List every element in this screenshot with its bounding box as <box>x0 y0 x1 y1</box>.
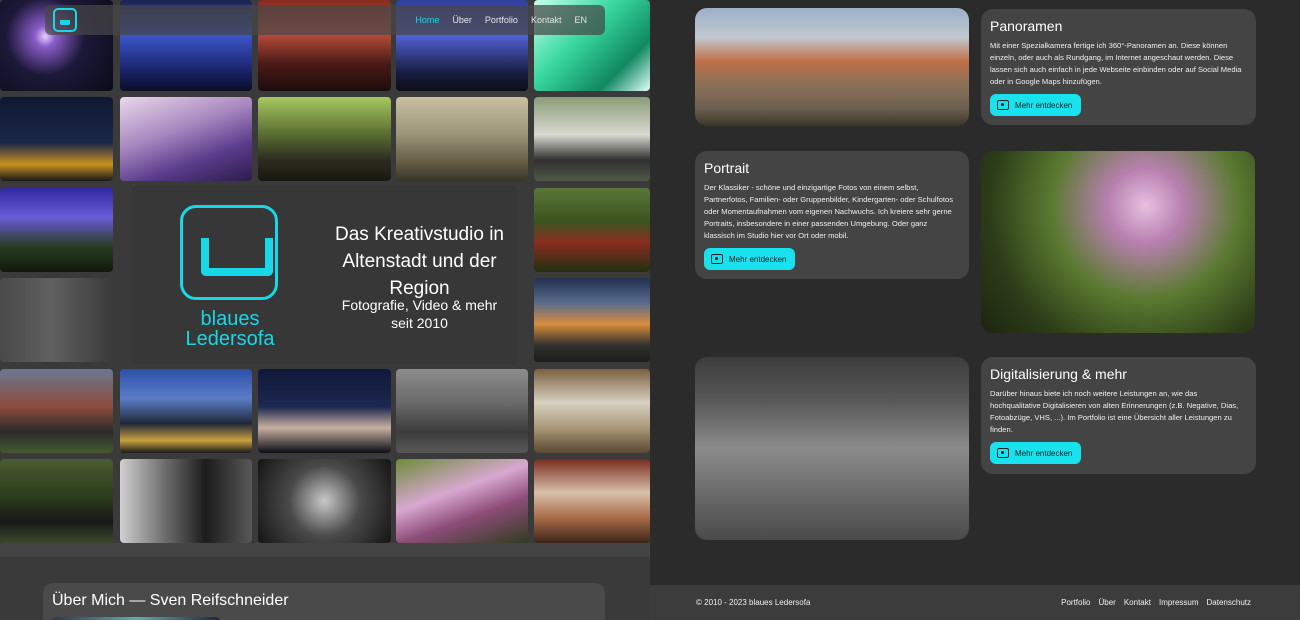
photo-tile[interactable] <box>258 459 391 543</box>
service-card-portrait: Portrait Der Klassiker - schöne und einz… <box>695 151 969 279</box>
button-label: Mehr entdecken <box>1015 100 1073 110</box>
about-card: Über Mich — Sven Reifschneider <box>43 583 605 620</box>
service-text: Mit einer Spezialkamera fertige ich 360°… <box>990 41 1242 86</box>
hero-tagline: Das Kreativstudio in Altenstadt und der … <box>335 224 504 299</box>
sofa-logo-icon <box>180 205 278 300</box>
photo-tile[interactable] <box>0 188 113 272</box>
service-text: Darüber hinaus biete ich noch weitere Le… <box>990 389 1239 434</box>
subtagline-line-2: seit 2010 <box>391 315 448 331</box>
hero-subtagline: Fotografie, Video & mehr seit 2010 <box>327 296 512 332</box>
photo-tile[interactable] <box>120 459 252 543</box>
footer-link-portfolio[interactable]: Portfolio <box>1061 598 1090 607</box>
grid-bottom-strip <box>0 543 650 557</box>
footer-link-contact[interactable]: Kontakt <box>1124 598 1151 607</box>
hero-overlay: blaues Ledersofa Das Kreativstudio in Al… <box>132 185 518 365</box>
footer-link-impressum[interactable]: Impressum <box>1159 598 1199 607</box>
nav-portfolio[interactable]: Portfolio <box>485 15 518 25</box>
nav-links: Home Über Portfolio Kontakt EN <box>415 5 587 35</box>
service-title: Digitalisierung & mehr <box>990 366 1127 382</box>
brand-line-1: blaues <box>200 308 260 330</box>
left-pane: Home Über Portfolio Kontakt EN blaues Le… <box>0 0 650 620</box>
photo-tile[interactable] <box>534 278 650 362</box>
subtagline-line-1: Fotografie, Video & mehr <box>341 297 498 313</box>
mehr-entdecken-button[interactable]: Mehr entdecken <box>990 94 1082 116</box>
camera-icon <box>997 448 1009 458</box>
mehr-entdecken-button[interactable]: Mehr entdecken <box>704 248 796 270</box>
about-title: Über Mich — Sven Reifschneider <box>52 592 289 609</box>
photo-tile[interactable] <box>120 369 252 453</box>
footer-link-datenschutz[interactable]: Datenschutz <box>1207 598 1251 607</box>
photo-tile[interactable] <box>534 188 650 272</box>
footer: © 2010 - 2023 blaues Ledersofa Portfolio… <box>650 585 1300 620</box>
service-card-digitalisierung: Digitalisierung & mehr Darüber hinaus bi… <box>981 357 1256 474</box>
service-text: Der Klassiker - schöne und einzigartige … <box>704 183 954 240</box>
photo-tile[interactable] <box>0 97 113 181</box>
service-card-panoramen: Panoramen Mit einer Spezialkamera fertig… <box>981 9 1256 125</box>
service-title: Panoramen <box>990 18 1063 34</box>
photo-tile[interactable] <box>0 278 113 362</box>
brand-name: blaues Ledersofa <box>170 309 290 349</box>
button-label: Mehr entdecken <box>1015 448 1073 458</box>
portrait-photo[interactable] <box>981 151 1255 333</box>
photo-tile[interactable] <box>258 97 391 181</box>
footer-copyright: © 2010 - 2023 blaues Ledersofa <box>696 598 811 607</box>
top-navigation: Home Über Portfolio Kontakt EN <box>45 5 605 35</box>
button-label: Mehr entdecken <box>729 254 787 264</box>
digitalisierung-photo[interactable] <box>695 357 969 540</box>
footer-links: Portfolio Über Kontakt Impressum Datensc… <box>1061 598 1251 607</box>
nav-language[interactable]: EN <box>574 15 587 25</box>
photo-tile[interactable] <box>0 369 113 453</box>
right-pane: Panoramen Mit einer Spezialkamera fertig… <box>650 0 1300 620</box>
nav-contact[interactable]: Kontakt <box>531 15 562 25</box>
photo-tile[interactable] <box>0 459 113 543</box>
mehr-entdecken-button[interactable]: Mehr entdecken <box>990 442 1082 464</box>
camera-icon <box>997 100 1009 110</box>
photo-tile[interactable] <box>396 459 528 543</box>
photo-tile[interactable] <box>120 97 252 181</box>
service-title: Portrait <box>704 160 750 176</box>
photo-tile[interactable] <box>534 369 650 453</box>
nav-home[interactable]: Home <box>415 15 439 25</box>
camera-icon <box>711 254 723 264</box>
photo-tile[interactable] <box>534 459 650 543</box>
photo-tile[interactable] <box>396 369 528 453</box>
panorama-photo[interactable] <box>695 8 969 126</box>
photo-tile[interactable] <box>534 97 650 181</box>
footer-link-about[interactable]: Über <box>1098 598 1115 607</box>
nav-about[interactable]: Über <box>452 15 472 25</box>
brand-line-2: Ledersofa <box>185 328 275 350</box>
photo-tile[interactable] <box>396 97 528 181</box>
photo-tile[interactable] <box>258 369 391 453</box>
sofa-logo-icon[interactable] <box>53 8 77 32</box>
